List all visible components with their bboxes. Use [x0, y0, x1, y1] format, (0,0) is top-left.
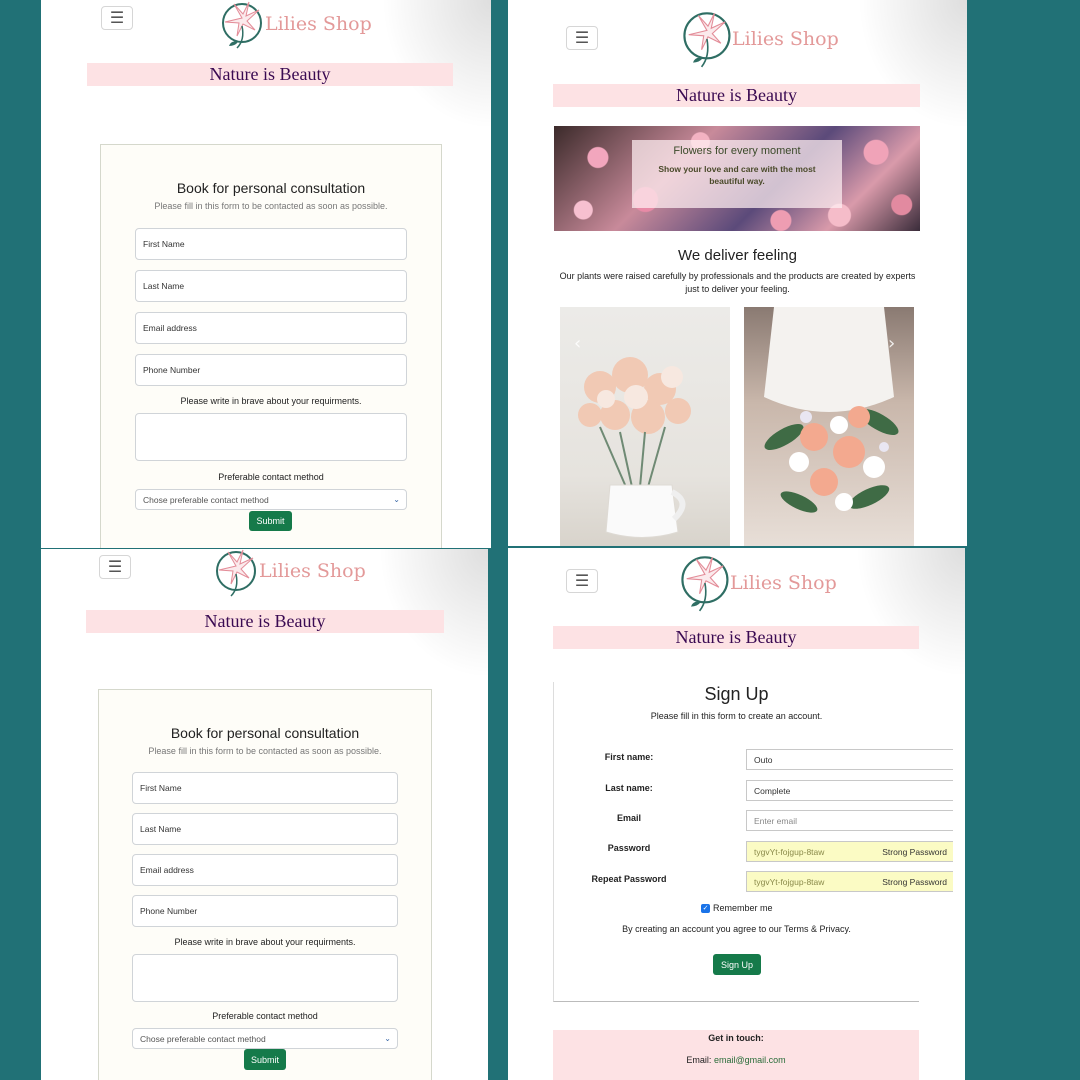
- section-title: We deliver feeling: [678, 247, 797, 264]
- first-name-label: First name:: [604, 752, 654, 762]
- hamburger-icon: ☰: [574, 28, 590, 47]
- hamburger-icon: ☰: [109, 8, 125, 27]
- remember-me-row[interactable]: ✓ Remember me: [701, 903, 773, 913]
- signup-screen-bottom-right: ☰ Lilies Shop Nature is Beauty Sign Up P…: [508, 548, 965, 1080]
- contact-method-value: Chose preferable contact method: [143, 494, 269, 505]
- repeat-password-strength: Strong Password: [882, 876, 947, 887]
- last-name-input[interactable]: Last Name: [132, 813, 398, 845]
- tagline-banner: Nature is Beauty: [553, 84, 920, 107]
- remember-me-label: Remember me: [713, 903, 773, 913]
- consultation-screen-top-left: ☰ Lilies Shop Nature is Beauty Book for …: [41, 0, 491, 548]
- footer-email-row: Email: email@gmail.com: [553, 1055, 919, 1065]
- signup-form: Sign Up Please fill in this form to crea…: [553, 682, 953, 1002]
- brand-name: Lilies Shop: [730, 572, 837, 594]
- form-title: Book for personal consultation: [170, 725, 360, 741]
- lily-logo-icon: [681, 556, 729, 612]
- contact-method-label: Preferable contact method: [218, 472, 324, 482]
- last-name-value: Complete: [754, 785, 791, 796]
- last-name-input[interactable]: Last Name: [135, 270, 407, 302]
- contact-footer: Get in touch: Email: email@gmail.com: [553, 1030, 919, 1080]
- brand-name: Lilies Shop: [265, 13, 372, 35]
- requirements-label: Please write in brave about your requirm…: [180, 396, 362, 406]
- hero-title: Flowers for every moment: [673, 145, 801, 157]
- tagline-banner: Nature is Beauty: [553, 626, 919, 649]
- footer-email-label: Email:: [686, 1055, 712, 1065]
- requirements-textarea[interactable]: [135, 413, 407, 461]
- contact-method-value: Chose preferable contact method: [140, 1033, 266, 1044]
- hero-banner: Flowers for every moment Show your love …: [554, 126, 920, 231]
- form-title: Book for personal consultation: [176, 180, 366, 196]
- terms-text: By creating an account you agree to our …: [622, 924, 851, 934]
- site-logo[interactable]: Lilies Shop: [215, 0, 372, 52]
- contact-method-select[interactable]: Chose preferable contact method ⌄: [135, 489, 407, 510]
- signup-subtitle: Please fill in this form to create an ac…: [650, 711, 823, 721]
- requirements-textarea[interactable]: [132, 954, 398, 1002]
- form-subtitle: Please fill in this form to be contacted…: [154, 201, 388, 211]
- section-text: Our plants were raised carefully by prof…: [559, 271, 916, 295]
- email-input[interactable]: Email address: [135, 312, 407, 344]
- site-logo[interactable]: Lilies Shop: [209, 549, 366, 601]
- requirements-label: Please write in brave about your requirm…: [174, 937, 356, 947]
- hamburger-icon: ☰: [107, 557, 123, 576]
- hero-text: Show your love and care with the most be…: [658, 164, 816, 187]
- shop-screen-top-right: ☰ Lilies Shop Nature is Beauty Flowers f…: [508, 0, 967, 546]
- email-label: Email: [616, 813, 641, 823]
- email-input[interactable]: Email address: [132, 854, 398, 886]
- contact-method-select[interactable]: Chose preferable contact method ⌄: [132, 1028, 398, 1049]
- chevron-down-icon: ⌄: [384, 1034, 391, 1043]
- password-strength: Strong Password: [882, 846, 947, 857]
- brand-name: Lilies Shop: [259, 560, 366, 582]
- email-input[interactable]: Enter email: [746, 810, 953, 831]
- carnation-vase-image: [578, 357, 691, 538]
- brand-name: Lilies Shop: [732, 28, 839, 50]
- repeat-password-value: tygvYt-fojgup-8taw: [754, 876, 825, 887]
- first-name-input[interactable]: First Name: [135, 228, 407, 260]
- carousel-next-button[interactable]: ›: [888, 333, 895, 354]
- tagline-banner: Nature is Beauty: [87, 63, 453, 86]
- footer-heading: Get in touch:: [708, 1033, 764, 1043]
- last-name-label: Last name:: [605, 783, 653, 793]
- menu-toggle-button[interactable]: ☰: [566, 569, 598, 593]
- first-name-value: Outo: [754, 754, 773, 765]
- chevron-down-icon: ⌄: [393, 495, 400, 504]
- password-value: tygvYt-fojgup-8taw: [754, 846, 825, 857]
- contact-method-label: Preferable contact method: [212, 1011, 318, 1021]
- lily-logo-icon: [683, 12, 731, 68]
- carousel-prev-button[interactable]: ‹: [574, 333, 581, 354]
- site-logo[interactable]: Lilies Shop: [676, 550, 837, 616]
- lily-logo-icon: [222, 1, 262, 49]
- footer-email-link[interactable]: email@gmail.com: [714, 1055, 786, 1065]
- lily-logo-icon: [216, 549, 256, 597]
- repeat-password-label: Repeat Password: [591, 874, 667, 884]
- first-name-input[interactable]: Outo: [746, 749, 953, 770]
- consultation-form: Book for personal consultation Please fi…: [100, 144, 442, 548]
- submit-button[interactable]: Submit: [249, 511, 292, 531]
- carnations-photo: ‹: [560, 307, 730, 546]
- first-name-input[interactable]: First Name: [132, 772, 398, 804]
- bouquet-photo: ›: [744, 307, 914, 546]
- email-placeholder: Enter email: [754, 815, 797, 826]
- hero-caption: Flowers for every moment Show your love …: [632, 140, 842, 208]
- menu-toggle-button[interactable]: ☰: [99, 555, 131, 579]
- repeat-password-input[interactable]: tygvYt-fojgup-8taw Strong Password: [746, 871, 953, 892]
- checkbox-checked-icon[interactable]: ✓: [701, 903, 710, 913]
- phone-input[interactable]: Phone Number: [132, 895, 398, 927]
- signup-button[interactable]: Sign Up: [713, 954, 761, 975]
- signup-title: Sign Up: [704, 684, 769, 704]
- consultation-form: Book for personal consultation Please fi…: [98, 689, 432, 1080]
- phone-input[interactable]: Phone Number: [135, 354, 407, 386]
- password-input[interactable]: tygvYt-fojgup-8taw Strong Password: [746, 841, 953, 862]
- tagline-banner: Nature is Beauty: [86, 610, 444, 633]
- menu-toggle-button[interactable]: ☰: [566, 26, 598, 50]
- consultation-screen-bottom-left: ☰ Lilies Shop Nature is Beauty Book for …: [41, 549, 488, 1080]
- last-name-input[interactable]: Complete: [746, 780, 953, 801]
- password-label: Password: [607, 843, 651, 853]
- hamburger-icon: ☰: [574, 571, 590, 590]
- menu-toggle-button[interactable]: ☰: [101, 6, 133, 30]
- submit-button[interactable]: Submit: [244, 1049, 286, 1070]
- site-logo[interactable]: Lilies Shop: [678, 6, 839, 72]
- form-subtitle: Please fill in this form to be contacted…: [148, 746, 382, 756]
